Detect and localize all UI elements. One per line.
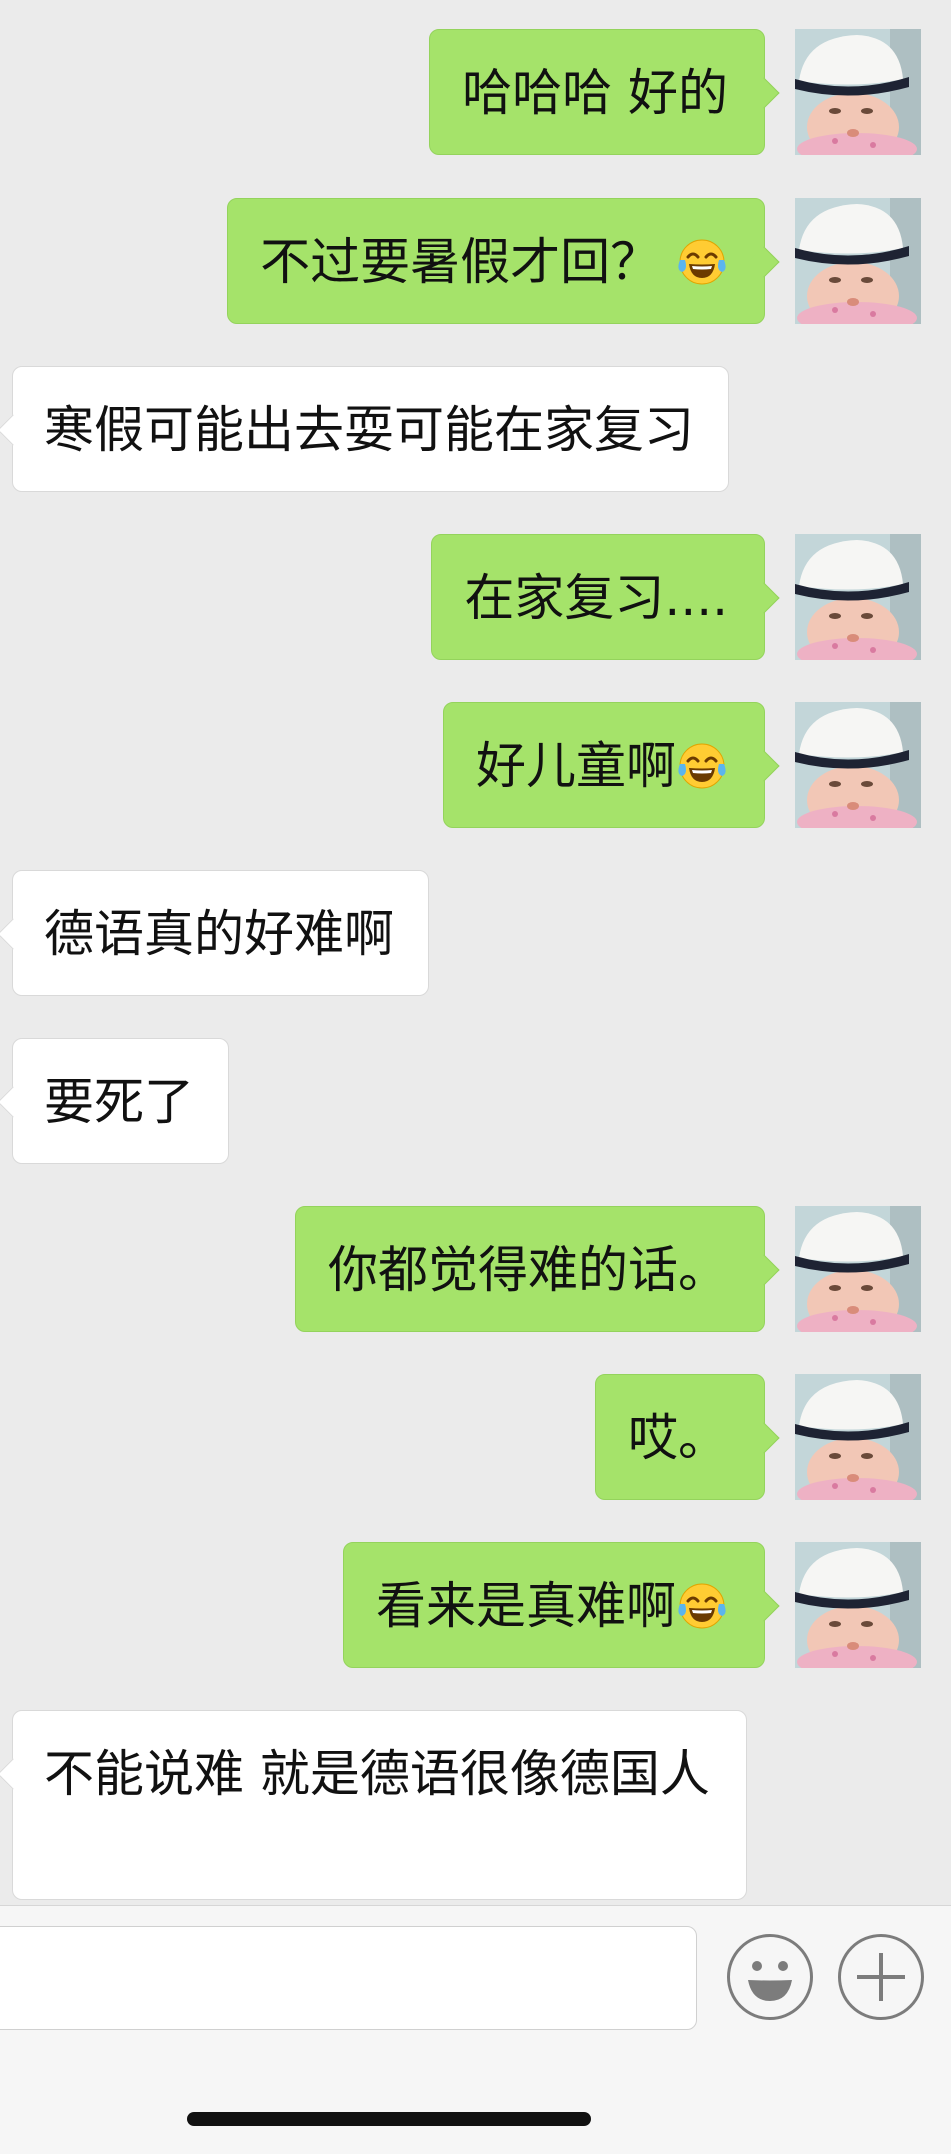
chat-message-list: 哈哈哈 好的 不过要暑假才回？ 寒假可能出去耍可能在家复习 在家复习.... 好… — [0, 0, 951, 1905]
avatar-image — [795, 198, 921, 324]
bubble-tail — [748, 582, 780, 614]
avatar[interactable] — [795, 534, 921, 660]
tears-of-joy-emoji-icon — [676, 236, 728, 288]
plus-icon — [857, 1953, 905, 2001]
message-bubble[interactable]: 哈哈哈 好的 — [429, 29, 780, 155]
message-row-incoming: 不能说难 就是德语很像德国人 — [0, 1710, 951, 1900]
message-text: 你都觉得难的话。 — [328, 1241, 728, 1299]
message-text: 在家复习.... — [464, 569, 728, 627]
avatar-image — [795, 1374, 921, 1500]
message-text: 德语真的好难啊 — [44, 905, 394, 963]
message-row-outgoing: 看来是真难啊 — [0, 1542, 951, 1668]
message-input[interactable] — [0, 1926, 697, 2030]
message-text: 要死了 — [44, 1073, 194, 1131]
bubble-tail — [748, 246, 780, 278]
bubble-tail — [748, 77, 780, 109]
bubble-tail — [0, 1758, 29, 1790]
message-bubble[interactable]: 不能说难 就是德语很像德国人 — [0, 1710, 747, 1900]
avatar[interactable] — [795, 29, 921, 155]
message-text: 哈哈哈 好的 — [462, 64, 728, 122]
message-bubble[interactable]: 德语真的好难啊 — [0, 870, 429, 996]
message-bubble[interactable]: 寒假可能出去耍可能在家复习 — [0, 366, 729, 492]
tears-of-joy-emoji-icon — [676, 1580, 728, 1632]
message-row-incoming: 德语真的好难啊 — [0, 870, 951, 996]
message-text: 不能说难 就是德语很像德国人 — [44, 1745, 710, 1803]
tears-of-joy-emoji-icon — [676, 740, 728, 792]
message-text: 不过要暑假才回？ — [260, 233, 661, 291]
message-text: 看来是真难啊 — [376, 1577, 676, 1635]
message-text: 寒假可能出去耍可能在家复习 — [44, 401, 694, 459]
message-row-outgoing: 你都觉得难的话。 — [0, 1206, 951, 1332]
message-bubble[interactable]: 哎。 — [595, 1374, 780, 1500]
bubble-tail — [748, 750, 780, 782]
bubble-tail — [0, 414, 29, 446]
smiley-face-icon — [748, 1961, 792, 2001]
bubble-tail — [748, 1254, 780, 1286]
message-row-outgoing: 不过要暑假才回？ — [0, 198, 951, 324]
message-text: 好儿童啊 — [476, 737, 676, 795]
avatar[interactable] — [795, 1206, 921, 1332]
message-bubble[interactable]: 不过要暑假才回？ — [227, 198, 780, 324]
avatar-image — [795, 534, 921, 660]
message-bubble[interactable]: 要死了 — [0, 1038, 229, 1164]
emoji-button[interactable] — [727, 1934, 813, 2020]
bubble-tail — [748, 1422, 780, 1454]
avatar[interactable] — [795, 1374, 921, 1500]
message-row-outgoing: 在家复习.... — [0, 534, 951, 660]
avatar-image — [795, 702, 921, 828]
message-text: 哎。 — [628, 1409, 728, 1467]
avatar[interactable] — [795, 702, 921, 828]
message-row-incoming: 要死了 — [0, 1038, 951, 1164]
avatar[interactable] — [795, 198, 921, 324]
message-bubble[interactable]: 好儿童啊 — [443, 702, 780, 828]
bubble-tail — [748, 1590, 780, 1622]
message-bubble[interactable]: 在家复习.... — [431, 534, 780, 660]
avatar-image — [795, 1206, 921, 1332]
message-row-outgoing: 哈哈哈 好的 — [0, 29, 951, 155]
message-bubble[interactable]: 你都觉得难的话。 — [295, 1206, 780, 1332]
bubble-tail — [0, 918, 29, 950]
home-indicator[interactable] — [187, 2112, 591, 2126]
more-options-button[interactable] — [838, 1934, 924, 2020]
avatar-image — [795, 29, 921, 155]
avatar[interactable] — [795, 1542, 921, 1668]
avatar-image — [795, 1542, 921, 1668]
bubble-tail — [0, 1086, 29, 1118]
message-bubble[interactable]: 看来是真难啊 — [343, 1542, 780, 1668]
message-row-outgoing: 哎。 — [0, 1374, 951, 1500]
message-row-outgoing: 好儿童啊 — [0, 702, 951, 828]
message-row-incoming: 寒假可能出去耍可能在家复习 — [0, 366, 951, 492]
